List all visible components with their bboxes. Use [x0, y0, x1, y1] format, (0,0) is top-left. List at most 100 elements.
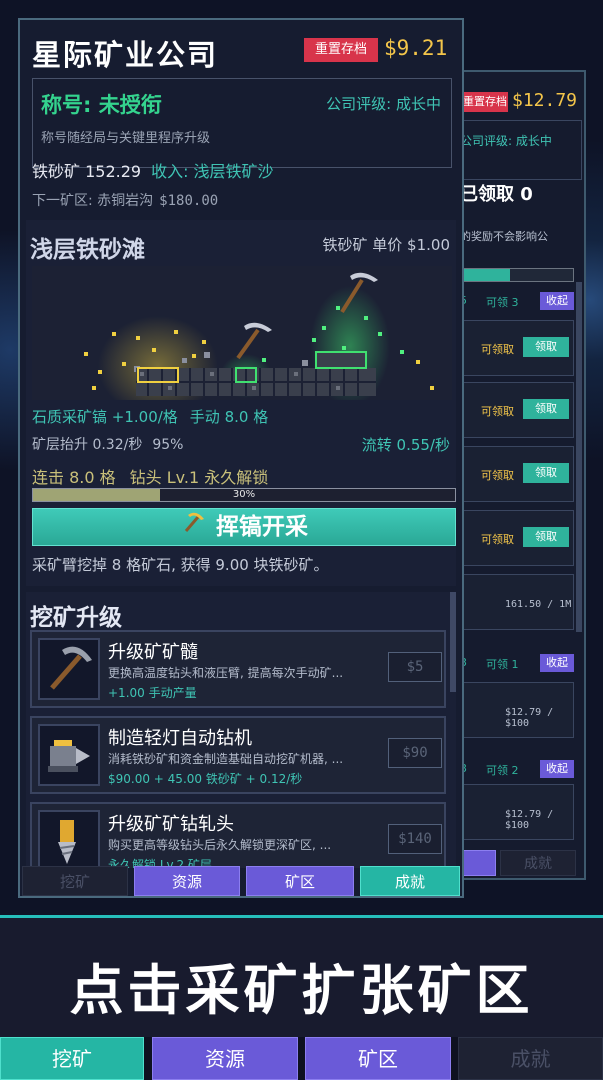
upgrade-buy-button[interactable]: $140	[388, 824, 442, 854]
upgrade-section: 挖矿升级 升级矿矿髓 更换高温度钻头和液压臂, 提高每次手动矿... +1.00…	[26, 592, 456, 868]
achievements-panel-back: 重置存档 $12.79 公司评级: 成长中 已领取 0 的奖励不会影响公 5 可…	[452, 70, 586, 880]
drill-level: 钻头 Lv.1 永久解锁	[129, 468, 269, 487]
achievement-card: 可领取 领取	[460, 446, 574, 502]
mine-button[interactable]: 挥镐开采	[32, 508, 456, 546]
tab-resources[interactable]: 资源	[134, 866, 240, 896]
ore-summary: 铁砂矿 152.29 收入: 浅层铁矿沙	[32, 158, 274, 182]
upgrade-effect: $90.00 + 45.00 铁砂矿 + 0.12/秒	[108, 772, 303, 786]
achievement-card: 161.50 / 1M	[460, 574, 574, 630]
back-progress-fill	[461, 269, 511, 281]
claim-button[interactable]: 领取	[523, 527, 569, 547]
achievement-card: $12.79 / $100	[460, 682, 574, 738]
mine-result: 采矿臂挖掉 8 格矿石, 获得 9.00 块铁砂矿。	[32, 556, 329, 574]
upgrade-buy-button[interactable]: $5	[388, 652, 442, 682]
back-tab-achievements[interactable]: 成就	[500, 850, 576, 876]
back-reset-button[interactable]: 重置存档	[462, 92, 508, 112]
upgrade-buy-button[interactable]: $90	[388, 738, 442, 768]
collapse-button[interactable]: 收起	[540, 292, 574, 310]
claimed-count: 已领取 0	[460, 184, 533, 205]
claim-button[interactable]: 领取	[523, 337, 569, 357]
tab-zones[interactable]: 矿区	[246, 866, 354, 896]
mine-section: 浅层铁砂滩 铁砂矿 单价 $1.00 石质采矿镐 +1.00/格 手动 8.0 …	[26, 220, 456, 586]
bottom-tab-zones[interactable]: 矿区	[305, 1037, 451, 1080]
group-claimable: 可领 2	[486, 764, 519, 777]
pickaxe-icon	[38, 638, 100, 700]
mine-scene[interactable]	[32, 266, 452, 400]
mining-panel: 星际矿业公司 重置存档 $9.21 称号: 未授衔 公司评级: 成长中 称号随经…	[18, 18, 464, 898]
auto-rate: 石质采矿镐 +1.00/格	[32, 408, 178, 426]
company-name: 星际矿业公司	[32, 38, 219, 72]
combo-value: 连击 8.0 格	[32, 468, 116, 487]
claim-button[interactable]: 领取	[523, 463, 569, 483]
upgrade-card[interactable]: 升级矿矿髓 更换高温度钻头和液压臂, 提高每次手动矿... +1.00 手动产量…	[30, 630, 446, 708]
upgrade-name: 升级矿矿髓	[108, 642, 198, 663]
claimable-label: 可领取	[481, 533, 514, 546]
drill-machine-icon	[38, 724, 100, 786]
achievement-group-header: 5 可领 3 收起	[460, 292, 574, 310]
achievement-card: 可领取 领取	[460, 510, 574, 566]
claimable-label: 可领取	[481, 343, 514, 356]
upgrade-effect: +1.00 手动产量	[108, 686, 197, 700]
claimable-label: 可领取	[481, 405, 514, 418]
mine-progress-bar: 30%	[32, 488, 456, 502]
lift-percent: 95%	[152, 437, 184, 453]
income-source: 收入: 浅层铁矿沙	[151, 162, 274, 181]
title-description: 称号随经局与关键里程序升级	[41, 131, 211, 146]
achievement-card: 可领取 领取	[460, 320, 574, 376]
drill-bit-icon	[38, 810, 100, 868]
next-zone-name: 下一矿区: 赤铜岩沟	[32, 193, 154, 209]
achievement-card: 可领取 领取	[460, 382, 574, 438]
back-company-rating: 公司评级: 成长中	[460, 134, 552, 148]
combo-stat: 连击 8.0 格钻头 Lv.1 永久解锁	[32, 464, 268, 488]
achievement-group-header: 3 可领 1 收起	[460, 654, 574, 672]
auto-mine-stat: 石质采矿镐 +1.00/格 手动 8.0 格	[32, 406, 268, 427]
reset-save-button[interactable]: 重置存档	[304, 38, 378, 62]
player-title: 称号: 未授衔	[41, 93, 162, 117]
achievement-group-header: 3 可领 2 收起	[460, 760, 574, 778]
title-box: 称号: 未授衔 公司评级: 成长中 称号随经局与关键里程序升级	[32, 78, 452, 168]
upgrade-name: 升级矿矿钻轧头	[108, 814, 234, 835]
claim-button[interactable]: 领取	[523, 399, 569, 419]
bottom-tab-achievements[interactable]: 成就	[458, 1037, 603, 1080]
achievement-progress: $12.79 / $100	[505, 809, 554, 831]
upgrade-desc: 购买更高等级钻头后永久解锁更深矿区, ...	[108, 838, 332, 852]
tab-mining[interactable]: 挖矿	[22, 866, 128, 896]
collapse-button[interactable]: 收起	[540, 760, 574, 778]
company-rating: 公司评级: 成长中	[326, 95, 441, 113]
mine-button-label: 挥镐开采	[216, 514, 308, 540]
back-money: $12.79	[512, 90, 578, 111]
next-zone-info: 下一矿区: 赤铜岩沟 $180.00	[32, 190, 218, 210]
upgrade-card[interactable]: 升级矿矿钻轧头 购买更高等级钻头后永久解锁更深矿区, ... 永久解锁 Lv.2…	[30, 802, 446, 868]
back-progress-bar	[460, 268, 574, 282]
ore-amount: 铁砂矿 152.29	[32, 162, 142, 181]
achievement-card: $12.79 / $100	[460, 784, 574, 840]
ore-price: 铁砂矿 单价 $1.00	[322, 236, 450, 254]
flow-rate: 流转 0.55/秒	[361, 436, 450, 454]
back-panel-topbar: 重置存档 $12.79	[454, 90, 588, 114]
progress-label: 30%	[232, 489, 256, 500]
upgrade-card[interactable]: 制造轻灯自动钻机 消耗铁砂矿和资金制造基础自动挖矿机器, ... $90.00 …	[30, 716, 446, 794]
bottom-tab-resources[interactable]: 资源	[152, 1037, 298, 1080]
banner-text: 点击采矿扩张矿区	[69, 959, 534, 1022]
panel-tab-bar: 挖矿 资源 矿区 成就	[20, 866, 462, 896]
back-tab-purple[interactable]	[460, 850, 496, 876]
achievement-progress: 161.50 / 1M	[505, 599, 572, 610]
upgrade-scrollbar[interactable]	[450, 592, 456, 692]
next-zone-cost: $180.00	[159, 193, 219, 209]
pickaxe-icon	[180, 509, 206, 546]
back-note: 的奖励不会影响公	[460, 230, 548, 243]
promo-banner: 点击采矿扩张矿区	[0, 915, 603, 1037]
lift-stat: 矿层抬升 0.32/秒 95%	[32, 434, 183, 454]
bottom-tab-bar: 挖矿 资源 矿区 成就	[0, 1037, 603, 1080]
upgrade-title: 挖矿升级	[30, 605, 122, 631]
mine-illustration	[84, 272, 434, 400]
money-display: $9.21	[384, 36, 448, 60]
tab-achievements[interactable]: 成就	[360, 866, 460, 896]
group-claimable: 可领 1	[486, 658, 519, 671]
bottom-tab-mining[interactable]: 挖矿	[0, 1037, 144, 1080]
zone-name: 浅层铁砂滩	[30, 237, 145, 263]
collapse-button[interactable]: 收起	[540, 654, 574, 672]
back-title-box	[460, 120, 582, 180]
back-scrollbar[interactable]	[576, 282, 582, 632]
group-claimable: 可领 3	[486, 296, 519, 309]
